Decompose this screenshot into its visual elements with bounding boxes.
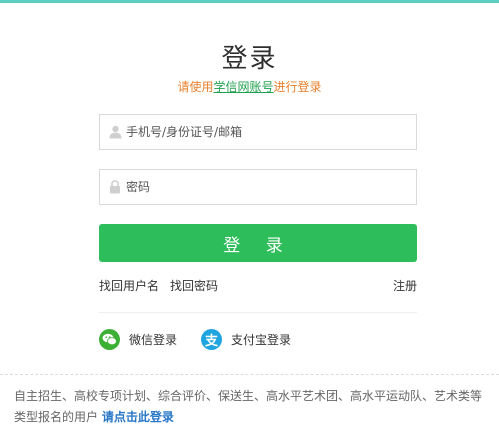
login-subtitle: 请使用学信网账号进行登录	[0, 78, 499, 95]
register-link[interactable]: 注册	[393, 277, 417, 294]
username-input[interactable]	[126, 115, 416, 149]
special-login-link[interactable]: 请点击此登录	[102, 410, 174, 424]
chsi-account-link[interactable]: 学信网账号	[213, 80, 273, 94]
username-field[interactable]	[99, 114, 417, 150]
alipay-login-button[interactable]: 支 支付宝登录	[201, 328, 291, 350]
subtitle-suffix: 进行登录	[273, 80, 322, 94]
top-accent-bar	[0, 0, 499, 3]
password-input[interactable]	[126, 170, 416, 204]
subtitle-prefix: 请使用	[177, 80, 214, 94]
login-button[interactable]: 登 录	[99, 224, 417, 262]
footer-divider	[0, 374, 499, 375]
divider	[99, 312, 417, 313]
lock-icon	[108, 179, 122, 195]
recover-username-link[interactable]: 找回用户名	[99, 277, 159, 294]
page-title: 登录	[221, 44, 278, 74]
notice-text: 自主招生、高校专项计划、综合评价、保送生、高水平艺术团、高水平运动队、艺术类等类…	[14, 389, 483, 424]
special-enrollment-notice: 自主招生、高校专项计划、综合评价、保送生、高水平艺术团、高水平运动队、艺术类等类…	[14, 386, 492, 428]
login-page: 登录 请使用学信网账号进行登录 登 录 找回用户名 找回密码 注册	[0, 0, 499, 439]
alipay-icon: 支	[201, 328, 222, 350]
password-field[interactable]	[99, 169, 417, 205]
alipay-login-label: 支付宝登录	[231, 332, 292, 347]
wechat-login-button[interactable]: 微信登录	[99, 328, 177, 350]
account-links: 找回用户名 找回密码 注册	[99, 277, 417, 293]
wechat-login-label: 微信登录	[129, 332, 178, 347]
recover-password-link[interactable]: 找回密码	[170, 277, 218, 294]
wechat-icon	[99, 328, 120, 350]
user-icon	[108, 124, 122, 140]
